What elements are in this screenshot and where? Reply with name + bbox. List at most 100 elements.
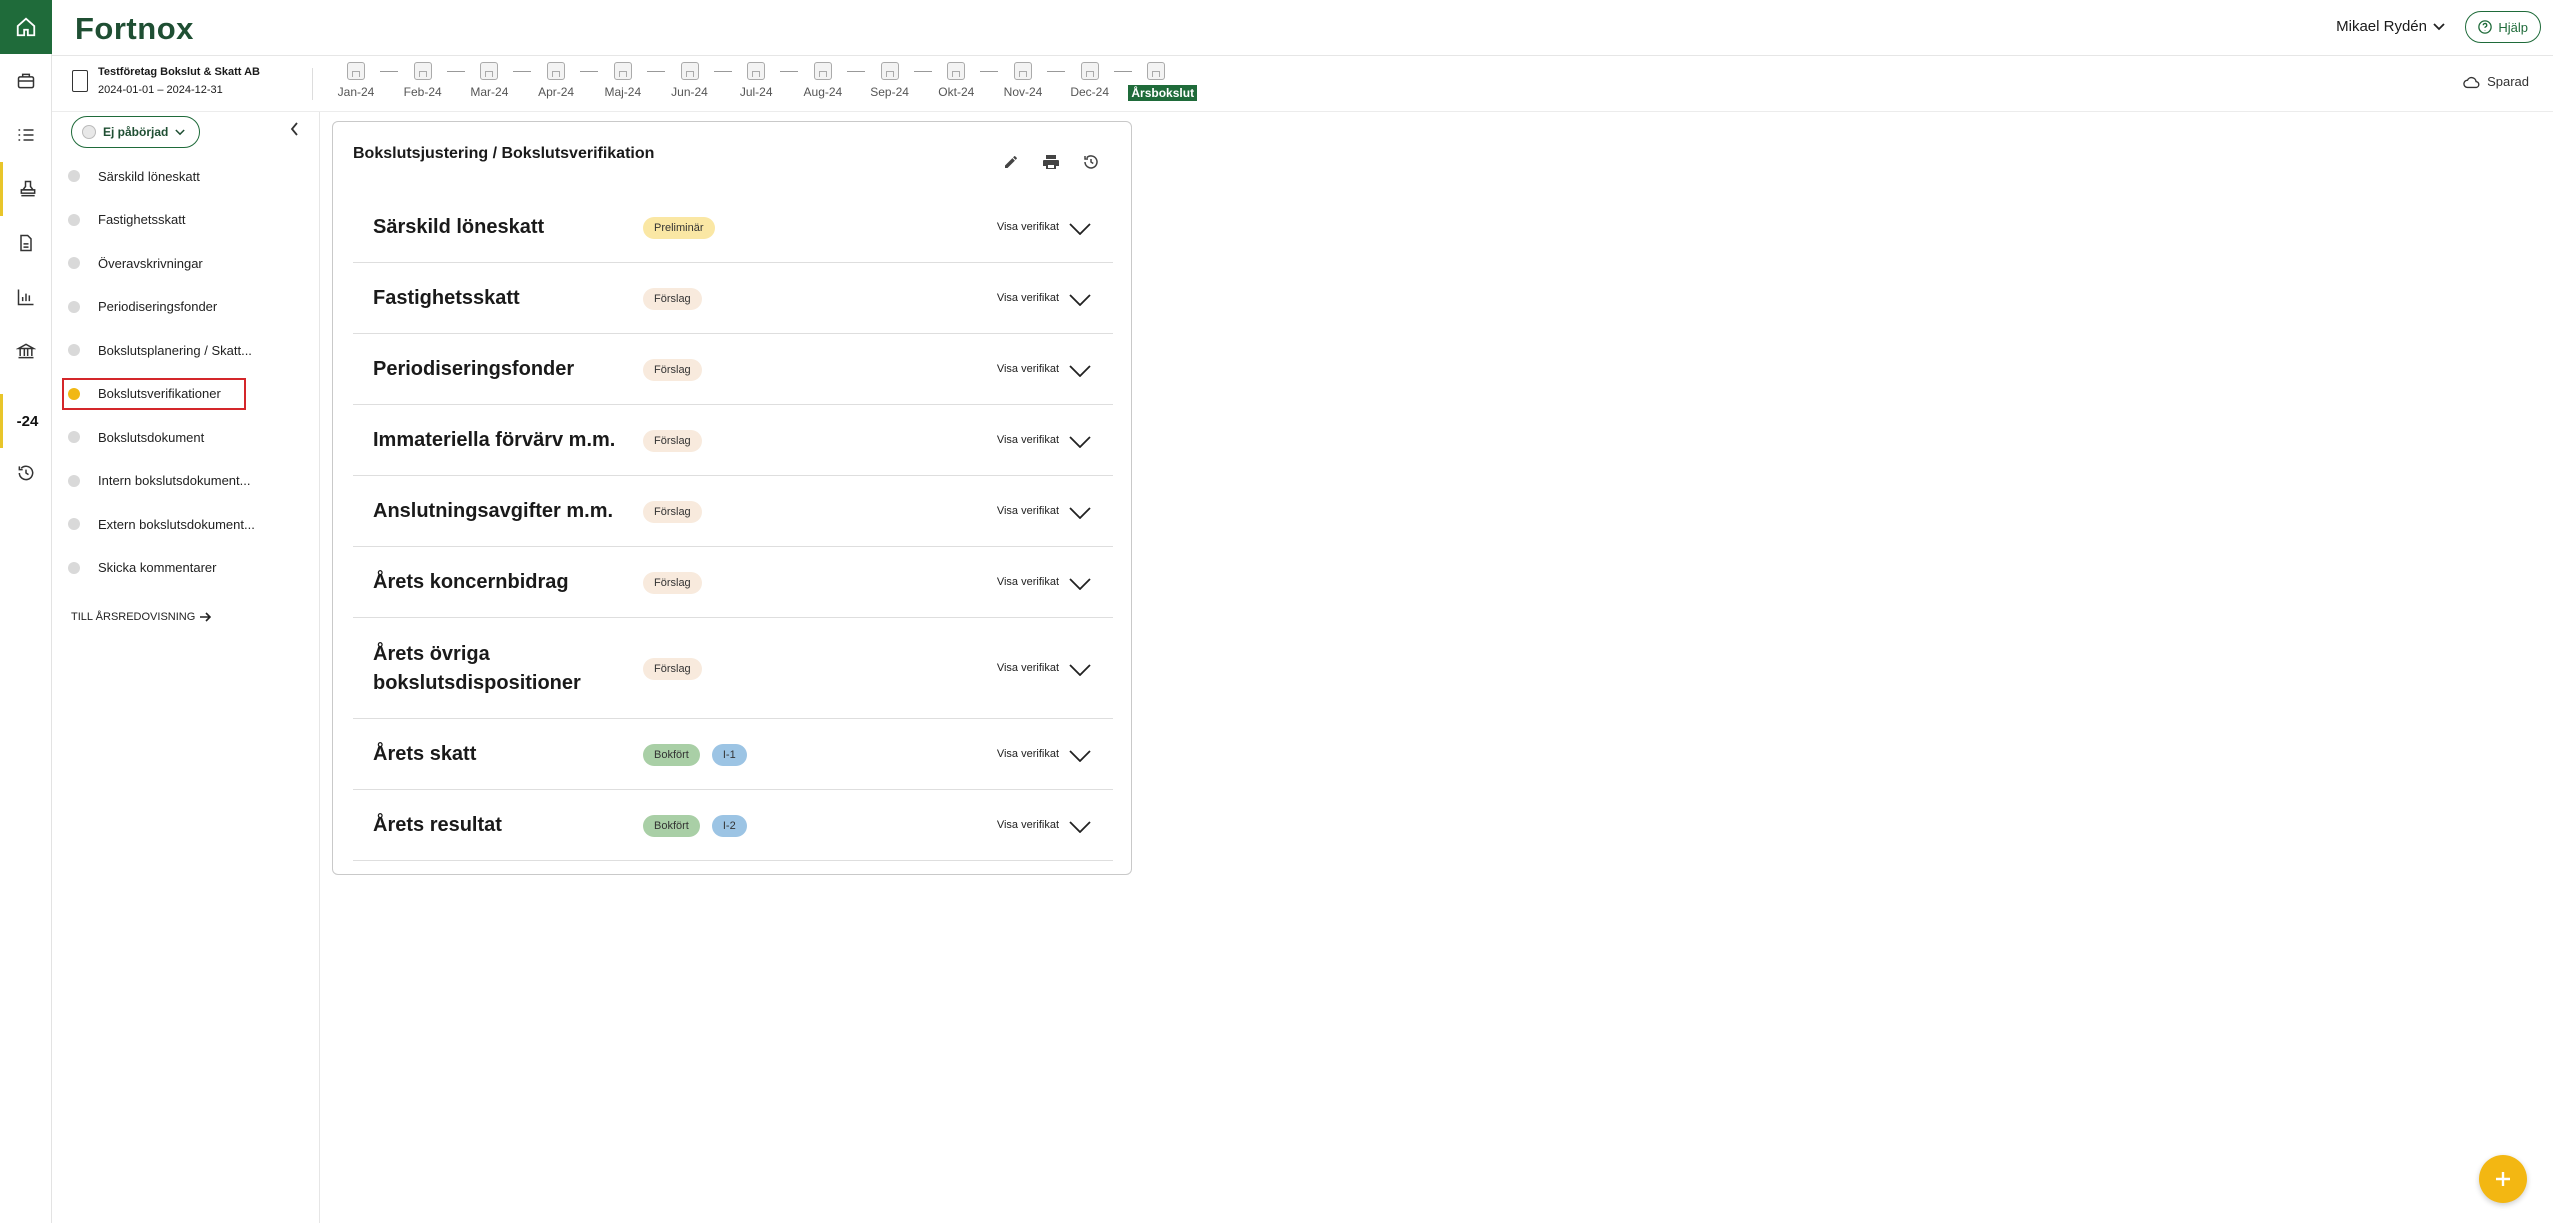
chevron-down-icon[interactable] — [1069, 749, 1091, 762]
month-label: Årsbokslut — [1128, 85, 1198, 101]
month-label: Aug-24 — [803, 85, 843, 99]
collapse-sidebar-button[interactable] — [290, 122, 299, 141]
top-bar: Fortnox Mikael Rydén Hjälp — [52, 0, 2553, 56]
show-verification-link[interactable]: Visa verifikat — [997, 748, 1059, 760]
to-annual-report-link[interactable]: TILL ÅRSREDOVISNING — [71, 611, 212, 623]
fortnox-logo[interactable]: Fortnox — [75, 11, 194, 47]
month-12[interactable]: Årsbokslut — [1128, 62, 1198, 102]
month-10[interactable]: Nov-24 — [995, 62, 1051, 99]
show-verification-link[interactable]: Visa verifikat — [997, 576, 1059, 588]
rail-item-closing[interactable] — [0, 162, 52, 216]
add-button[interactable] — [2479, 1155, 2527, 1203]
show-verification-link[interactable]: Visa verifikat — [997, 221, 1059, 233]
status-label: Ej påbörjad — [103, 125, 169, 139]
month-4[interactable]: Maj-24 — [595, 62, 651, 99]
period-bar: Testföretag Bokslut & Skatt AB 2024-01-0… — [52, 56, 2553, 112]
status-badge: Förslag — [643, 358, 702, 381]
verification-row[interactable]: Årets skatt Bokfört I-1 Visa verifikat — [353, 719, 1113, 790]
month-0[interactable]: Jan-24 — [328, 62, 384, 99]
user-chevron-icon — [2433, 22, 2445, 30]
show-verification-link[interactable]: Visa verifikat — [997, 434, 1059, 446]
month-label: Jul-24 — [739, 85, 773, 99]
chevron-down-icon[interactable] — [1069, 293, 1091, 306]
period-lock-icon — [547, 62, 566, 80]
verification-row[interactable]: Anslutningsavgifter m.m. Förslag Visa veri… — [353, 476, 1113, 547]
sidebar-item-5[interactable]: Bokslutsverifikationer — [62, 377, 306, 410]
status-badge: Bokfört — [643, 743, 700, 766]
sidebar-item-2[interactable]: Överavskrivningar — [66, 248, 306, 278]
month-9[interactable]: Okt-24 — [928, 62, 984, 99]
rail-item-bank[interactable] — [0, 324, 52, 378]
month-1[interactable]: Feb-24 — [395, 62, 451, 99]
print-button[interactable] — [1041, 152, 1061, 172]
plus-icon — [2496, 1172, 2510, 1186]
divider — [312, 68, 313, 100]
month-label: Jun-24 — [671, 85, 708, 99]
sidebar-item-label: Bokslutsdokument — [98, 429, 205, 445]
printer-icon — [1043, 155, 1059, 169]
rail-item-history[interactable] — [0, 446, 52, 500]
status-dot — [68, 213, 80, 226]
sidebar-item-3[interactable]: Periodiseringsfonder — [66, 292, 306, 322]
rail-item-year[interactable]: -24 — [0, 394, 52, 448]
row-badges: Förslag — [643, 571, 702, 594]
help-button[interactable]: Hjälp — [2465, 11, 2541, 43]
row-badges: Preliminär — [643, 216, 715, 239]
verification-row[interactable]: Årets koncernbidrag Förslag Visa verifikat — [353, 547, 1113, 618]
document-icon — [20, 234, 32, 252]
chevron-down-icon[interactable] — [1069, 577, 1091, 590]
show-verification-link[interactable]: Visa verifikat — [997, 363, 1059, 375]
selection-highlight — [62, 377, 246, 410]
chevron-down-icon[interactable] — [1069, 506, 1091, 519]
verification-row[interactable]: Årets resultat Bokfört I-2 Visa verifikat — [353, 790, 1113, 861]
chevron-down-icon[interactable] — [1069, 364, 1091, 377]
chevron-down-icon — [175, 128, 186, 135]
sidebar-item-0[interactable]: Särskild löneskatt — [66, 161, 306, 191]
sidebar-item-7[interactable]: Intern bokslutsdokument... — [66, 466, 306, 496]
user-menu[interactable]: Mikael Rydén — [2336, 18, 2445, 35]
home-button[interactable] — [0, 0, 52, 54]
show-verification-link[interactable]: Visa verifikat — [997, 662, 1059, 674]
history-button[interactable] — [1081, 152, 1101, 172]
sidebar-item-8[interactable]: Extern bokslutsdokument... — [66, 509, 306, 539]
verification-number-badge[interactable]: I-1 — [711, 743, 747, 766]
month-6[interactable]: Jul-24 — [728, 62, 784, 99]
verification-row[interactable]: Särskild löneskatt Preliminär Visa verifik… — [353, 192, 1113, 263]
sidebar-item-6[interactable]: Bokslutsdokument — [66, 422, 306, 452]
month-2[interactable]: Mar-24 — [461, 62, 517, 99]
sidebar-item-4[interactable]: Bokslutsplanering / Skatt... — [66, 335, 306, 365]
period-lock-icon — [880, 62, 899, 80]
rail-item-reports[interactable] — [0, 270, 52, 324]
month-7[interactable]: Aug-24 — [795, 62, 851, 99]
status-badge: Förslag — [643, 287, 702, 310]
sidebar-item-9[interactable]: Skicka kommentarer — [66, 553, 306, 583]
month-11[interactable]: Dec-24 — [1062, 62, 1118, 99]
verification-row[interactable]: Immateriella förvärv m.m. Förslag Visa ver… — [353, 405, 1113, 476]
edit-button[interactable] — [1001, 152, 1021, 172]
status-dot — [68, 518, 80, 530]
chevron-down-icon[interactable] — [1069, 222, 1091, 235]
verification-row[interactable]: Periodiseringsfonder Förslag Visa verifika… — [353, 334, 1113, 405]
sidebar-item-1[interactable]: Fastighetsskatt — [66, 205, 306, 235]
rail-item-business[interactable] — [0, 54, 52, 108]
month-5[interactable]: Jun-24 — [662, 62, 718, 99]
checklist-icon — [18, 129, 34, 141]
month-8[interactable]: Sep-24 — [862, 62, 918, 99]
status-dropdown[interactable]: Ej påbörjad — [71, 116, 201, 148]
show-verification-link[interactable]: Visa verifikat — [997, 292, 1059, 304]
rail-item-documents[interactable] — [0, 216, 52, 270]
rail-item-tasks[interactable] — [0, 108, 52, 162]
sidebar-item-label: Bokslutsplanering / Skatt... — [98, 342, 252, 358]
chevron-down-icon[interactable] — [1069, 820, 1091, 833]
chevron-down-icon[interactable] — [1069, 435, 1091, 448]
month-3[interactable]: Apr-24 — [528, 62, 584, 99]
verification-number-badge[interactable]: I-2 — [711, 814, 747, 837]
verification-row[interactable]: Fastighetsskatt Förslag Visa verifikat — [353, 263, 1113, 334]
month-label: Sep-24 — [870, 85, 909, 99]
show-verification-link[interactable]: Visa verifikat — [997, 505, 1059, 517]
chevron-down-icon[interactable] — [1069, 663, 1091, 676]
verification-row[interactable]: Årets övriga bokslutsdispositioner Försla… — [353, 618, 1113, 719]
company-info[interactable]: Testföretag Bokslut & Skatt AB 2024-01-0… — [72, 66, 260, 96]
history-icon — [18, 465, 34, 481]
show-verification-link[interactable]: Visa verifikat — [997, 819, 1059, 831]
